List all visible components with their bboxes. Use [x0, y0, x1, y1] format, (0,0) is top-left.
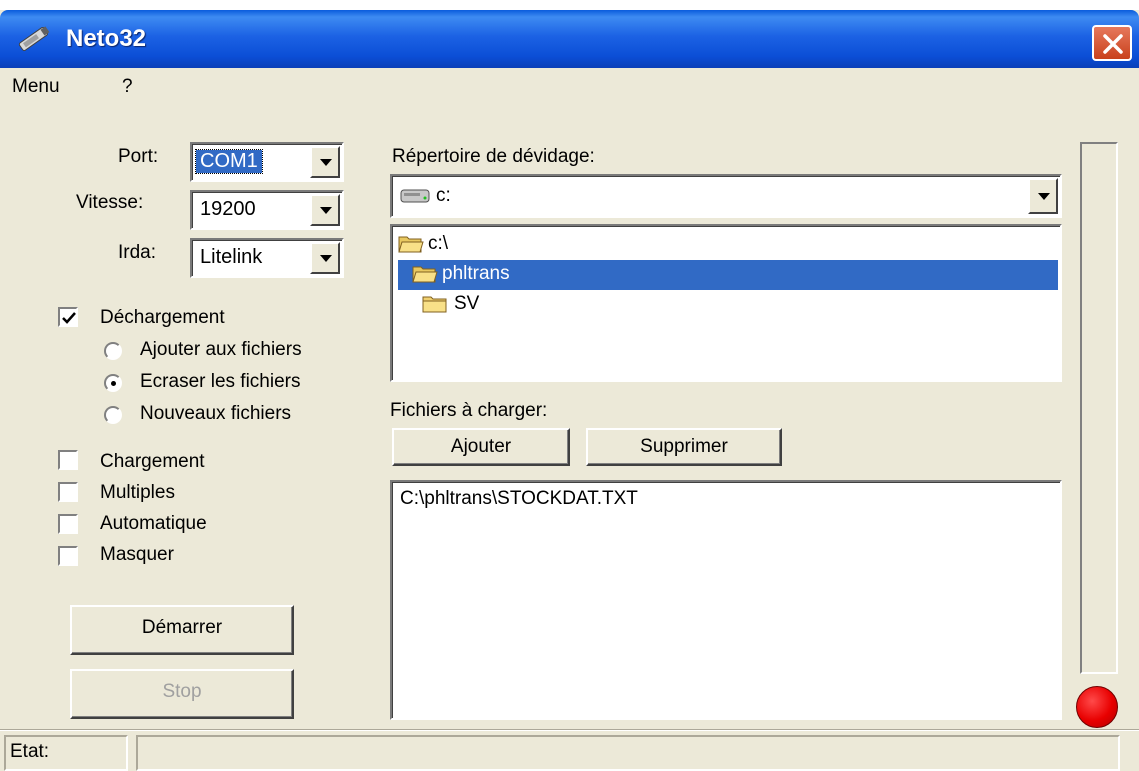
- open-folder-icon: [398, 236, 424, 253]
- chevron-down-icon[interactable]: [310, 242, 340, 274]
- speed-label: Vitesse:: [76, 192, 144, 213]
- irda-value: Litelink: [200, 246, 263, 268]
- start-button[interactable]: Démarrer: [70, 605, 294, 655]
- menu-menu[interactable]: Menu: [12, 76, 60, 98]
- radio-overwrite[interactable]: [104, 374, 122, 392]
- upload-label[interactable]: Chargement: [100, 451, 205, 473]
- drive-icon: [400, 189, 430, 203]
- folder-icon: [422, 296, 447, 313]
- port-select[interactable]: COM1: [190, 142, 344, 182]
- status-led-icon: [1076, 686, 1118, 728]
- radio-append[interactable]: [104, 342, 122, 360]
- stop-button[interactable]: Stop: [70, 669, 294, 719]
- tree-item-label: phltrans: [442, 263, 510, 284]
- status-text-panel: [136, 735, 1120, 771]
- checkmark-icon: [62, 312, 76, 324]
- hide-label[interactable]: Masquer: [100, 544, 174, 566]
- status-label: Etat:: [10, 741, 50, 762]
- radio-append-label[interactable]: Ajouter aux fichiers: [140, 339, 302, 361]
- download-checkbox[interactable]: [58, 307, 78, 327]
- status-separator: [0, 729, 1139, 731]
- irda-label: Irda:: [118, 242, 157, 263]
- tree-item-root[interactable]: c:\: [398, 230, 518, 260]
- radio-new-files-label[interactable]: Nouveaux fichiers: [140, 403, 291, 425]
- stop-button-label: Stop: [162, 681, 202, 702]
- close-icon: [1103, 34, 1123, 54]
- port-value: COM1: [195, 149, 263, 174]
- progress-bar: [1080, 142, 1118, 674]
- radio-overwrite-label[interactable]: Ecraser les fichiers: [140, 371, 301, 393]
- upload-checkbox[interactable]: [58, 450, 78, 470]
- directory-label: Répertoire de dévidage:: [392, 146, 595, 167]
- files-label: Fichiers à charger:: [390, 400, 548, 421]
- tree-item-phltrans[interactable]: phltrans: [398, 260, 1058, 290]
- window-title: Neto32: [66, 25, 147, 52]
- port-label: Port:: [118, 146, 159, 167]
- speed-select[interactable]: 19200: [190, 190, 344, 230]
- hide-checkbox[interactable]: [58, 546, 78, 566]
- menu-bar: Menu ?: [0, 68, 1139, 108]
- app-window: Neto32 Menu ? Port: COM1 Vitesse: 19200 …: [0, 10, 1139, 771]
- automatic-label[interactable]: Automatique: [100, 513, 207, 535]
- irda-select[interactable]: Litelink: [190, 238, 344, 278]
- multiple-label[interactable]: Multiples: [100, 482, 175, 504]
- open-folder-icon: [412, 266, 438, 283]
- title-bar[interactable]: Neto32: [0, 10, 1139, 68]
- speed-value: 19200: [200, 198, 256, 220]
- tree-item-label: c:\: [428, 233, 449, 254]
- drive-value: c:: [436, 185, 451, 206]
- app-icon: [18, 26, 50, 51]
- tree-item-label: SV: [454, 293, 480, 314]
- chevron-down-icon[interactable]: [1028, 178, 1058, 214]
- files-list[interactable]: C:\phltrans\STOCKDAT.TXT: [390, 480, 1062, 720]
- automatic-checkbox[interactable]: [58, 514, 78, 534]
- multiple-checkbox[interactable]: [58, 482, 78, 502]
- list-item[interactable]: C:\phltrans\STOCKDAT.TXT: [400, 488, 638, 510]
- menu-help[interactable]: ?: [122, 76, 133, 98]
- add-file-button[interactable]: Ajouter: [392, 428, 570, 466]
- chevron-down-icon[interactable]: [310, 194, 340, 226]
- remove-button-label: Supprimer: [640, 436, 728, 457]
- close-button[interactable]: [1092, 25, 1132, 61]
- radio-new-files[interactable]: [104, 406, 122, 424]
- start-button-label: Démarrer: [141, 617, 223, 638]
- tree-item-sv[interactable]: SV: [398, 290, 538, 320]
- drive-select[interactable]: c:: [390, 174, 1062, 218]
- status-label-panel: Etat:: [4, 735, 128, 771]
- add-button-label: Ajouter: [450, 436, 512, 457]
- download-label[interactable]: Déchargement: [100, 307, 225, 329]
- remove-file-button[interactable]: Supprimer: [586, 428, 782, 466]
- chevron-down-icon[interactable]: [310, 146, 340, 178]
- directory-tree[interactable]: c:\ phltrans SV: [390, 224, 1062, 382]
